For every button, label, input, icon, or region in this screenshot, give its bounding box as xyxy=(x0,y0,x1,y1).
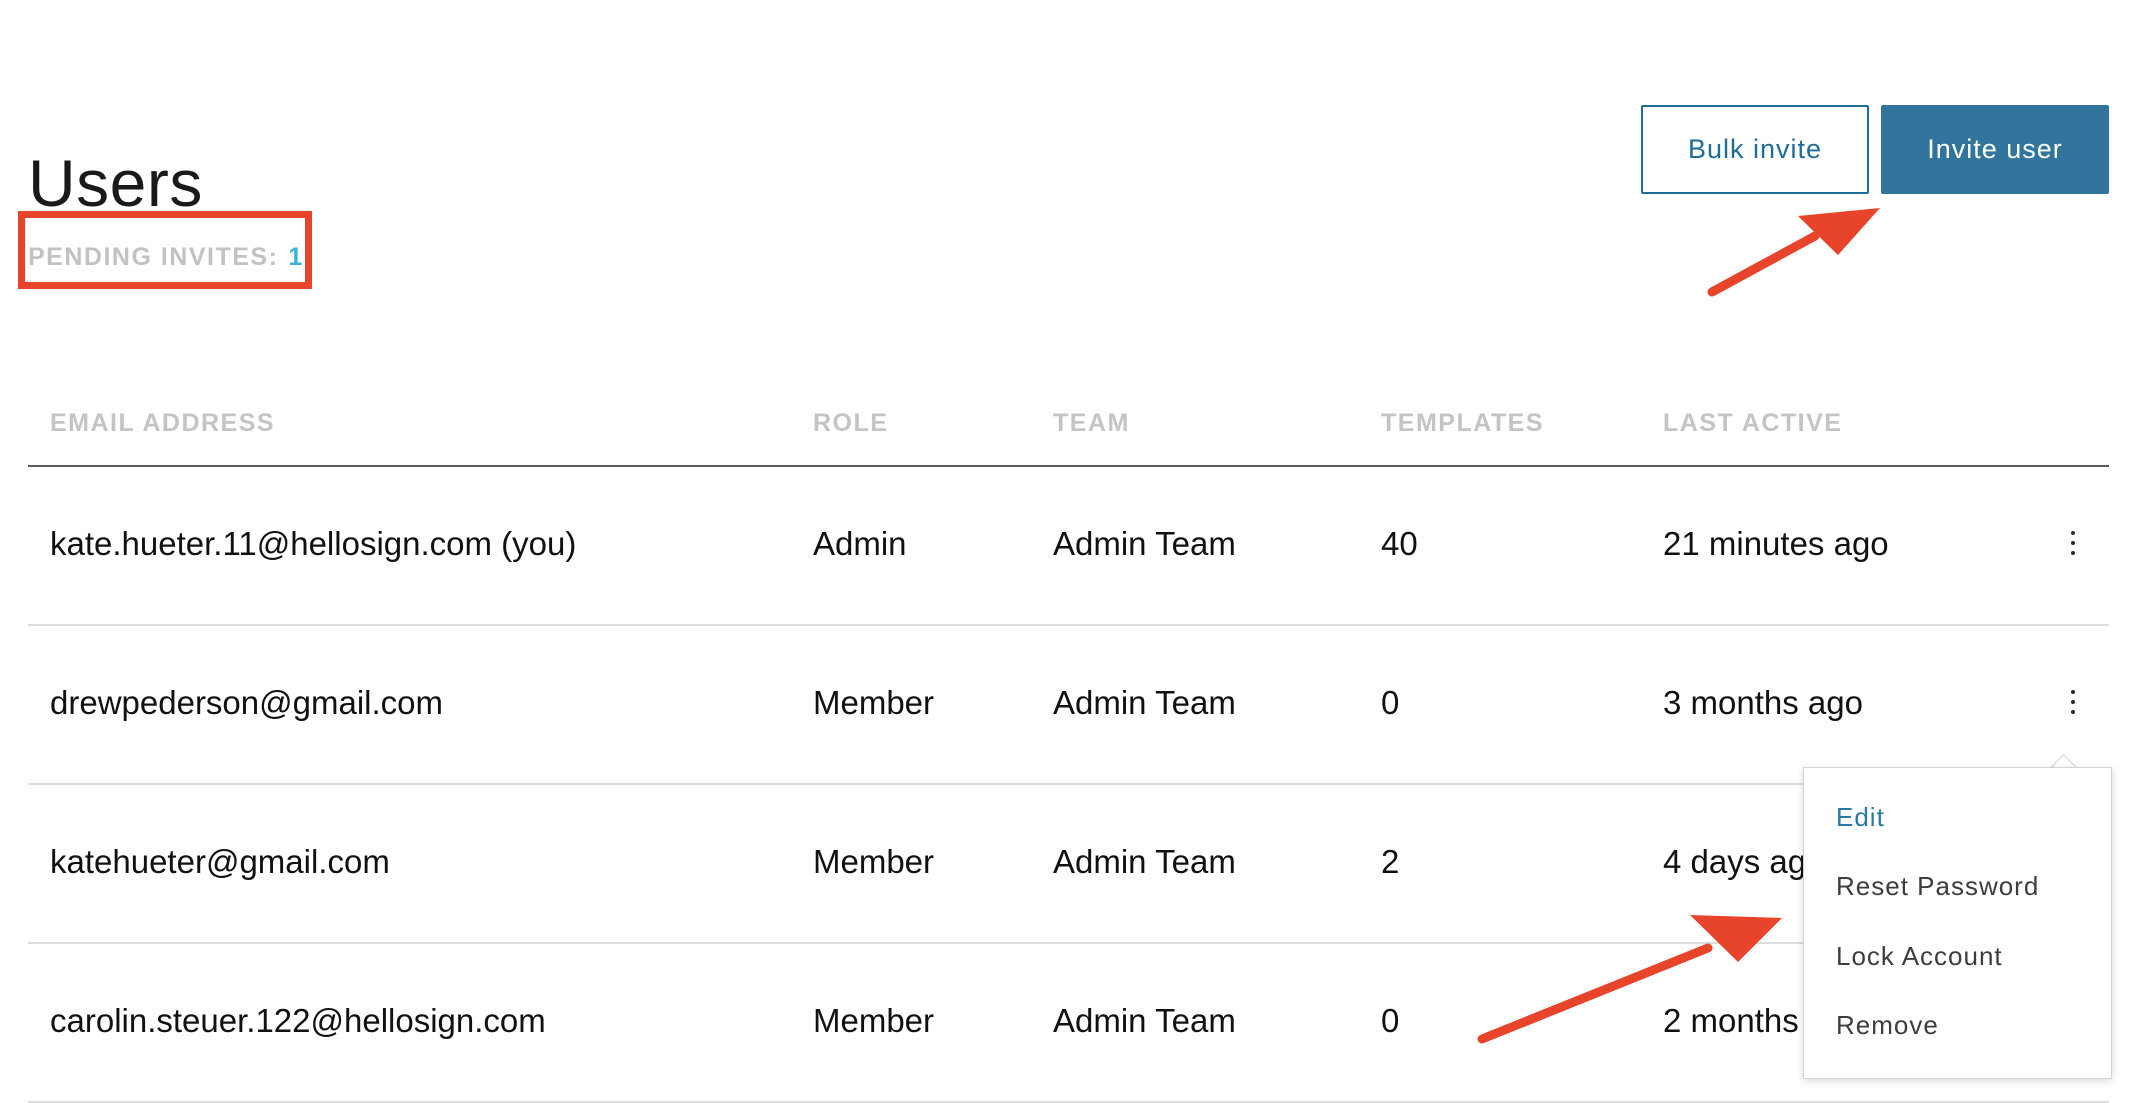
row-templates: 40 xyxy=(1381,525,1418,562)
table-row[interactable]: drewpederson@gmail.com Member Admin Team… xyxy=(28,626,2109,785)
bulk-invite-button[interactable]: Bulk invite xyxy=(1641,105,1869,194)
menu-item-lock-account[interactable]: Lock Account xyxy=(1836,941,2003,972)
row-last-active: 3 months ago xyxy=(1663,684,1863,721)
page-title: Users xyxy=(28,146,203,221)
row-last-active: 4 days ago xyxy=(1663,843,1825,880)
row-team: Admin Team xyxy=(1053,843,1236,880)
row-team: Admin Team xyxy=(1053,1002,1236,1039)
column-header-last-active[interactable]: LAST ACTIVE xyxy=(1663,409,1842,438)
row-templates: 0 xyxy=(1381,684,1400,721)
row-role: Member xyxy=(813,684,935,721)
invite-user-button[interactable]: Invite user xyxy=(1881,105,2109,194)
row-email: katehueter@gmail.com xyxy=(50,843,390,880)
row-last-active: 21 minutes ago xyxy=(1663,525,1889,562)
table-row[interactable]: carolin.steuer.122@hellosign.com Member … xyxy=(28,944,2109,1103)
annotation-highlight-box xyxy=(18,211,312,289)
menu-item-reset-password[interactable]: Reset Password xyxy=(1836,871,2039,902)
annotation-arrow-invite xyxy=(1707,208,1880,297)
row-templates: 0 xyxy=(1381,1002,1400,1039)
table-row[interactable]: katehueter@gmail.com Member Admin Team 2… xyxy=(28,785,2109,944)
menu-item-remove[interactable]: Remove xyxy=(1836,1010,1939,1041)
table-header: EMAIL ADDRESS ROLE TEAM TEMPLATES LAST A… xyxy=(28,395,2109,467)
column-header-role[interactable]: ROLE xyxy=(813,409,888,438)
more-options-icon[interactable] xyxy=(2058,523,2088,563)
row-email: drewpederson@gmail.com xyxy=(50,684,444,721)
row-team: Admin Team xyxy=(1053,525,1236,562)
row-templates: 2 xyxy=(1381,843,1400,880)
table-row[interactable]: kate.hueter.11@hellosign.com (you) Admin… xyxy=(28,467,2109,626)
column-header-templates[interactable]: TEMPLATES xyxy=(1381,409,1544,438)
row-role: Member xyxy=(813,843,935,880)
users-table: EMAIL ADDRESS ROLE TEAM TEMPLATES LAST A… xyxy=(28,395,2109,1103)
row-email: kate.hueter.11@hellosign.com (you) xyxy=(50,525,577,562)
row-role: Member xyxy=(813,1002,935,1039)
row-email: carolin.steuer.122@hellosign.com xyxy=(50,1002,546,1039)
row-role: Admin xyxy=(813,525,907,562)
column-header-team[interactable]: TEAM xyxy=(1053,409,1130,438)
row-team: Admin Team xyxy=(1053,684,1236,721)
more-options-icon[interactable] xyxy=(2058,682,2088,722)
row-actions-menu: Edit Reset Password Lock Account Remove xyxy=(1803,767,2112,1079)
menu-item-edit[interactable]: Edit xyxy=(1836,802,1885,833)
column-header-email[interactable]: EMAIL ADDRESS xyxy=(50,409,275,438)
